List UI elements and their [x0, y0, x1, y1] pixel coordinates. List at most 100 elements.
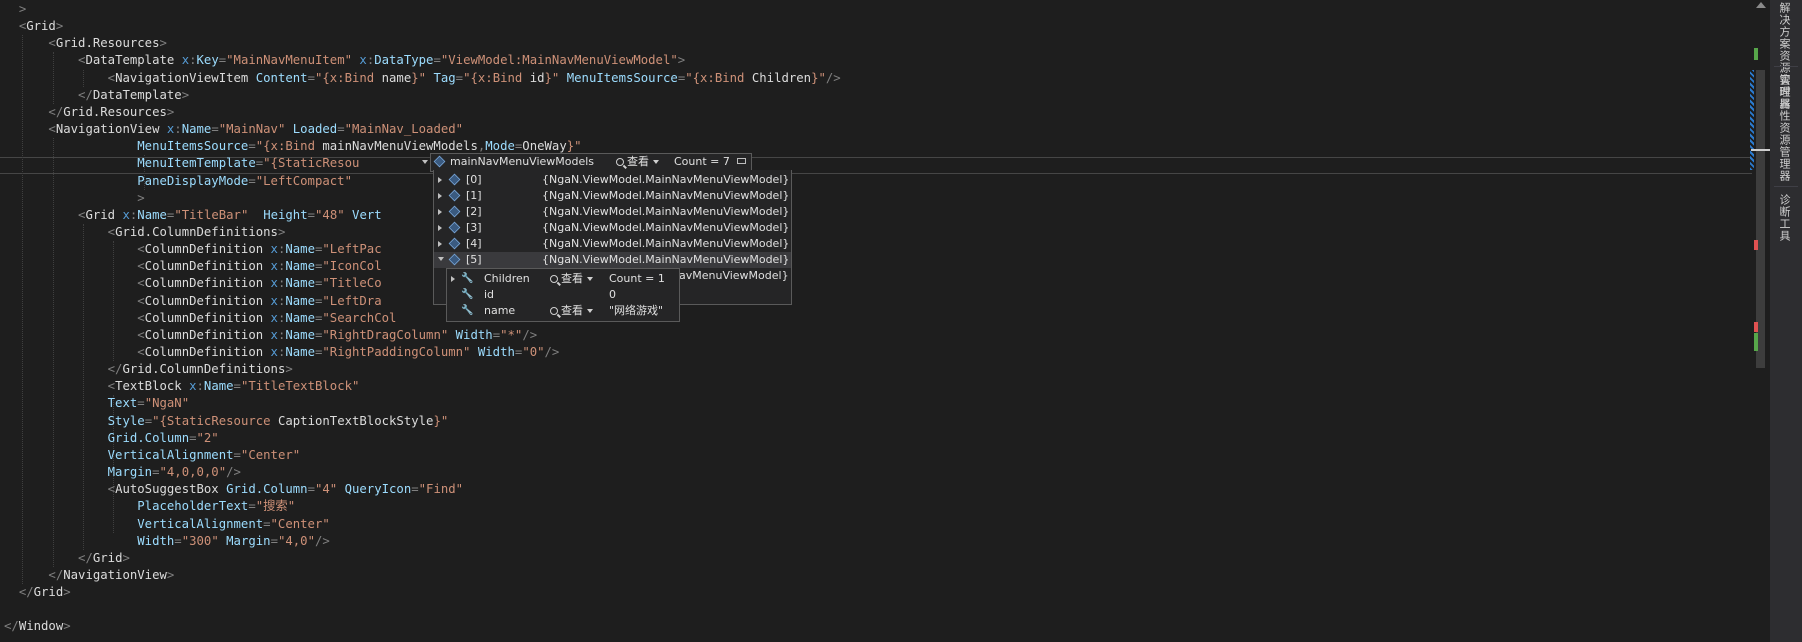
code-token: "IconCol — [322, 259, 382, 274]
expand-icon[interactable] — [451, 276, 455, 282]
scroll-up-icon[interactable] — [1756, 2, 1766, 8]
dock-tab-diagnostic-tools[interactable]: 诊断工具 — [1776, 194, 1792, 242]
code-token: "LeftPac — [322, 242, 382, 257]
code-token: = — [307, 207, 316, 222]
code-token: /> — [522, 327, 538, 342]
datatip-item-row[interactable]: [4] {NgaN.ViewModel.MainNavMenuViewModel} — [434, 236, 791, 252]
pin-icon[interactable] — [737, 158, 746, 164]
code-editor[interactable]: > <Grid> <Grid.Resources> <DataTemplate … — [0, 0, 1752, 642]
collapse-icon[interactable] — [422, 160, 428, 164]
datatip-item-row[interactable]: [1] {NgaN.ViewModel.MainNavMenuViewModel} — [434, 188, 791, 204]
code-token: > — [181, 87, 190, 102]
code-token: = — [144, 413, 153, 428]
visualizer-button[interactable]: 查看 — [550, 303, 593, 319]
datatip-item-row[interactable]: [0] {NgaN.ViewModel.MainNavMenuViewModel} — [434, 172, 791, 188]
code-token: = — [174, 533, 182, 548]
code-line: </Grid.Resources> — [4, 104, 174, 121]
code-token: MenuItemTemplate — [137, 156, 256, 171]
visualizer-button[interactable]: 查看 — [616, 154, 659, 170]
code-line: Text="NgaN" — [4, 395, 189, 412]
magnifier-icon — [616, 158, 624, 166]
code-token: Name — [285, 242, 315, 257]
datatip-item-index: [3] — [466, 221, 482, 234]
code-token: }" — [411, 70, 427, 85]
datatip-item-row[interactable]: [5] {NgaN.ViewModel.MainNavMenuViewModel} — [434, 252, 791, 268]
collapse-icon[interactable] — [438, 257, 444, 261]
code-token: < — [137, 345, 145, 359]
code-token: "搜索" — [255, 499, 296, 514]
datatip-item-row[interactable]: [2] {NgaN.ViewModel.MainNavMenuViewModel} — [434, 204, 791, 220]
code-token: < — [107, 70, 116, 85]
code-token: > — [63, 585, 71, 600]
visualizer-button[interactable]: 查看 — [550, 271, 593, 287]
change-marker — [1754, 322, 1758, 332]
code-token: </ — [4, 619, 19, 634]
code-token: Grid — [26, 19, 56, 34]
visualizer-label: 查看 — [561, 304, 583, 317]
dock-tab-live-property-explorer[interactable]: 实时属性资源管理器 — [1776, 74, 1792, 182]
vertical-scrollbar[interactable] — [1750, 0, 1770, 642]
code-token: MenuItemsSource — [566, 70, 678, 85]
datatip-child-value: Count = 1 — [609, 272, 665, 285]
code-line: </Grid.ColumnDefinitions> — [4, 361, 293, 378]
code-token: "0" — [522, 345, 545, 359]
code-token: name — [381, 70, 412, 85]
code-token: "4,0,0,0" — [159, 465, 227, 480]
datatip-child-row[interactable]: 🔧 name 查看 "网络游戏" — [447, 303, 679, 319]
code-token: PlaceholderText — [137, 499, 249, 514]
code-line: <NavigationView x:Name="MainNav" Loaded=… — [4, 121, 463, 138]
datatip-item-row[interactable]: [3] {NgaN.ViewModel.MainNavMenuViewModel} — [434, 220, 791, 236]
code-token: x:Bind — [329, 70, 382, 85]
code-token: x:Bind — [477, 70, 530, 85]
code-token: < — [48, 122, 56, 137]
code-token: Loaded — [292, 122, 338, 137]
code-line: <ColumnDefinition x:Name="RightDragColum… — [4, 327, 537, 344]
code-line: </Window> — [4, 618, 71, 635]
code-token: </ — [48, 104, 64, 119]
code-token: DataTemplate — [92, 87, 182, 102]
datatip-child-row[interactable]: 🔧 Children 查看 Count = 1 — [447, 271, 679, 287]
expand-icon[interactable] — [438, 241, 442, 247]
code-token: Margin — [107, 465, 153, 480]
code-token: "300" — [181, 533, 219, 548]
expand-icon[interactable] — [438, 177, 442, 183]
datatip-child-panel[interactable]: 🔧 Children 查看 Count = 1 🔧 id 0 🔧 name 查看 "网络游戏" — [446, 268, 680, 322]
code-token: "MainNavMenuItem" — [226, 53, 352, 68]
dock-separator — [1774, 66, 1798, 67]
code-token: x — [189, 379, 197, 394]
code-token: OneWay — [522, 139, 567, 154]
code-token: ColumnDefinition — [144, 259, 264, 274]
expand-icon[interactable] — [438, 193, 442, 199]
code-token: </ — [48, 567, 64, 582]
datatip-item-value: {NgaN.ViewModel.MainNavMenuViewModel} — [542, 221, 790, 234]
code-token: ColumnDefinition — [144, 345, 264, 359]
code-line: <Grid.Resources> — [4, 35, 166, 52]
code-line: Style="{StaticResource CaptionTextBlockS… — [4, 413, 449, 430]
code-token: Style — [107, 413, 145, 428]
code-line: <ColumnDefinition x:Name="LeftDra — [4, 293, 381, 310]
code-token: Width — [477, 345, 515, 359]
code-token: < — [137, 242, 145, 257]
code-token: = — [411, 482, 419, 497]
expand-icon[interactable] — [438, 225, 442, 231]
code-token: < — [107, 482, 116, 497]
datatip-child-row[interactable]: 🔧 id 0 — [447, 287, 679, 303]
expand-icon[interactable] — [438, 209, 442, 215]
